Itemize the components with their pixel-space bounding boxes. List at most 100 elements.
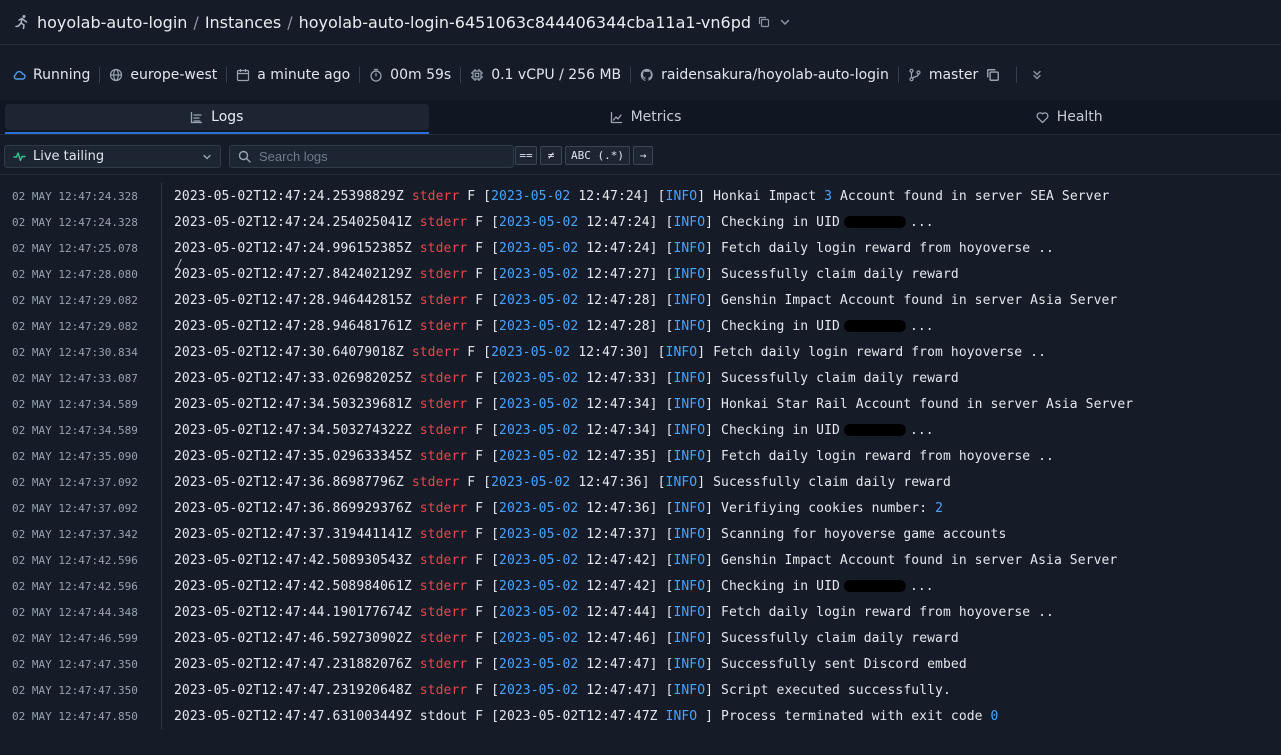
breadcrumb-project[interactable]: hoyolab-auto-login: [37, 13, 187, 32]
regex-toggle-button[interactable]: ABC (.*): [565, 146, 630, 165]
log-level: INFO: [673, 396, 706, 412]
log-text: Verifiying cookies number:: [721, 500, 928, 516]
log-level: INFO: [673, 292, 706, 308]
log-date: 2023-05-02: [499, 604, 579, 620]
log-timestamp: 02 MAY 12:47:30.834: [12, 345, 138, 359]
calendar-icon: [237, 69, 250, 82]
cpu-icon: [471, 69, 484, 81]
log-level: INFO: [673, 266, 706, 282]
log-level: INFO: [665, 344, 698, 360]
log-number: 2: [935, 500, 943, 516]
chevron-down-icon[interactable]: [779, 16, 791, 28]
log-timestamp: 02 MAY 12:47:47.850: [12, 709, 138, 723]
log-timestamp: 02 MAY 12:47:35.090: [12, 449, 138, 463]
log-stream: stderr: [419, 422, 468, 438]
log-row: 02 MAY 12:47:29.082 2023-05-02T12:47:28.9…: [0, 313, 1281, 339]
log-text: Sucessfully claim daily reward: [713, 474, 951, 490]
log-clock: 12:47:24: [586, 240, 650, 256]
live-tailing-select[interactable]: Live tailing: [4, 145, 221, 168]
log-clock: 12:47:36: [586, 500, 650, 516]
status-separator: [99, 67, 101, 83]
uptime-text: 00m 59s: [390, 67, 452, 83]
redacted-uid: [843, 216, 906, 228]
log-clock: 12:47:37: [586, 526, 650, 542]
log-row: 02 MAY 12:47:28.080 2023-05-02T12:47:27.8…: [0, 261, 1281, 287]
log-timestamp: 02 MAY 12:47:33.087: [12, 371, 138, 385]
log-gutter: [161, 391, 162, 417]
log-timestamp: 02 MAY 12:47:37.092: [12, 475, 138, 489]
repo-link[interactable]: raidensakura/hoyolab-auto-login: [661, 67, 889, 83]
status-separator: [1016, 67, 1018, 83]
log-stream: stderr: [419, 370, 468, 386]
log-gutter: [161, 599, 162, 625]
log-text: Sucessfully claim daily reward: [721, 266, 959, 282]
match-not-equals-button[interactable]: ≠: [540, 146, 562, 165]
log-text: Successfully sent Discord embed: [721, 656, 967, 672]
activity-icon: [13, 152, 26, 162]
log-clock: 12:47:47: [586, 682, 650, 698]
log-level: INFO: [673, 604, 706, 620]
log-iso-time: 2023-05-02T12:47:24.996152385Z: [174, 240, 412, 256]
breadcrumb-instance-id: hoyolab-auto-login-6451063c844406344cba1…: [298, 12, 752, 32]
log-row: 02 MAY 12:47:24.328 2023-05-02T12:47:24.2…: [0, 209, 1281, 235]
instance-tabs: Logs Metrics Health: [0, 100, 1281, 134]
log-gutter: [161, 625, 162, 651]
globe-icon: [110, 68, 123, 82]
log-timestamp: 02 MAY 12:47:47.350: [12, 657, 138, 671]
tab-logs[interactable]: Logs: [5, 104, 429, 134]
branch-text: master: [928, 67, 979, 83]
log-timestamp: 02 MAY 12:47:46.599: [12, 631, 138, 645]
log-iso-time: 2023-05-02T12:47:37.319441141Z: [174, 526, 412, 542]
redacted-uid: [843, 424, 906, 436]
log-stream: stderr: [419, 214, 468, 230]
log-gutter: [161, 183, 162, 209]
log-text: Checking in UID: [721, 214, 840, 230]
log-row: 02 MAY 12:47:35.090 2023-05-02T12:47:35.0…: [0, 443, 1281, 469]
redacted-uid: [843, 320, 906, 332]
match-equals-button[interactable]: ==: [515, 146, 537, 165]
status-repo[interactable]: raidensakura/hoyolab-auto-login: [640, 67, 889, 83]
log-message: 2023-05-02T12:47:47.231920648Z stderr F …: [174, 682, 951, 698]
expand-details-button[interactable]: [1026, 64, 1048, 86]
log-level: INFO: [673, 422, 706, 438]
log-date: 2023-05-02: [491, 474, 571, 490]
log-iso-time: 2023-05-02T12:47:47.231882076Z: [174, 656, 412, 672]
log-text: Honkai Star Rail Account found in server…: [721, 396, 1134, 412]
log-message: 2023-05-02T12:47:24.254025041Z stderr F …: [174, 214, 934, 230]
apply-search-button[interactable]: →: [633, 146, 653, 165]
copy-icon[interactable]: [758, 16, 770, 28]
log-clock: 12:47:35: [586, 448, 650, 464]
log-search-input[interactable]: [259, 149, 499, 164]
breadcrumb-instances[interactable]: Instances: [205, 13, 281, 32]
log-level: INFO: [673, 448, 706, 464]
log-timestamp: 02 MAY 12:47:37.342: [12, 527, 138, 541]
log-gutter: [161, 521, 162, 547]
log-ellipsis: ...: [909, 578, 934, 594]
log-stream: stderr: [419, 448, 468, 464]
copy-icon[interactable]: [986, 68, 1000, 82]
log-date: 2023-05-02: [499, 292, 579, 308]
log-message: 2023-05-02T12:47:35.029633345Z stderr F …: [174, 448, 1054, 464]
tab-metrics[interactable]: Metrics: [434, 100, 858, 134]
log-message: 2023-05-02T12:47:37.319441141Z stderr F …: [174, 526, 1007, 542]
log-row: 02 MAY 12:47:37.342 2023-05-02T12:47:37.3…: [0, 521, 1281, 547]
created-text: a minute ago: [257, 67, 351, 83]
log-iso-time: 2023-05-02T12:47:28.946442815Z: [174, 292, 412, 308]
log-row: 02 MAY 12:47:47.850 2023-05-02T12:47:47.6…: [0, 703, 1281, 729]
git-branch-icon: [909, 68, 921, 82]
log-gutter: [161, 287, 162, 313]
log-level: INFO: [673, 370, 706, 386]
log-text: Checking in UID: [721, 318, 840, 334]
log-row: 02 MAY 12:47:29.082 2023-05-02T12:47:28.9…: [0, 287, 1281, 313]
log-iso-time: 2023-05-02T12:47:27.842402129Z: [174, 266, 412, 282]
log-clock: 12:47:34: [586, 422, 650, 438]
log-message: 2023-05-02T12:47:46.592730902Z stderr F …: [174, 630, 959, 646]
tab-health[interactable]: Health: [857, 100, 1281, 134]
log-date: 2023-05-02: [499, 266, 579, 282]
log-gutter: [161, 547, 162, 573]
status-uptime: 00m 59s: [369, 67, 451, 83]
live-tailing-label: Live tailing: [33, 149, 105, 164]
log-gutter: [161, 365, 162, 391]
log-timestamp: 02 MAY 12:47:29.082: [12, 319, 138, 333]
chevron-down-icon: [203, 154, 211, 159]
